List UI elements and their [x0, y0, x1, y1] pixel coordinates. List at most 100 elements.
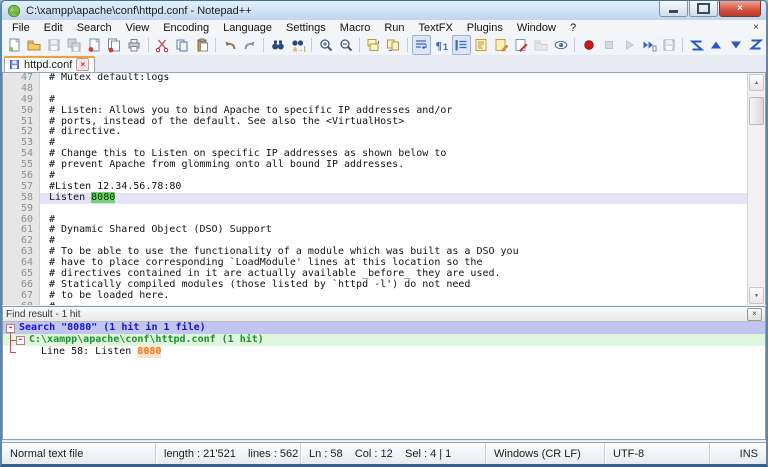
- word-wrap-icon[interactable]: [412, 35, 431, 55]
- editor-line[interactable]: 47# Mutex default:logs: [3, 73, 747, 84]
- menu-settings[interactable]: Settings: [279, 21, 333, 35]
- close-file-icon[interactable]: [85, 35, 104, 55]
- document-map-icon[interactable]: [472, 35, 491, 55]
- menu-run[interactable]: Run: [377, 21, 411, 35]
- editor-line[interactable]: 52# directive.: [3, 127, 747, 138]
- menu-macro[interactable]: Macro: [333, 21, 378, 35]
- window-title: C:\xampp\apache\conf\httpd.conf - Notepa…: [26, 5, 252, 17]
- menu-search[interactable]: Search: [70, 21, 119, 35]
- find-panel-close-icon[interactable]: ×: [747, 308, 762, 321]
- menu-encoding[interactable]: Encoding: [156, 21, 216, 35]
- toolbar-separator: [148, 38, 149, 52]
- tree-connector: [10, 352, 16, 353]
- notepadpp-window: C:\xampp\apache\conf\httpd.conf - Notepa…: [0, 0, 768, 467]
- editor-area: 47# Mutex default:logs4849#50# Listen: A…: [2, 73, 766, 305]
- find-result-body: -Search "8080" (1 hit in 1 file)-C:\xamp…: [3, 322, 765, 439]
- next-result-icon[interactable]: [727, 35, 746, 55]
- run-macro-multiple-icon[interactable]: [639, 35, 658, 55]
- view-in-browser-icon[interactable]: [551, 35, 570, 55]
- saved-file-icon: [9, 59, 20, 70]
- menu-window[interactable]: Window: [510, 21, 563, 35]
- zoom-out-icon[interactable]: [336, 35, 355, 55]
- line-text: # prevent Apache from glomming onto all …: [40, 160, 747, 171]
- previous-result-icon[interactable]: [707, 35, 726, 55]
- menu-file[interactable]: File: [5, 21, 37, 35]
- sync-horizontal-icon[interactable]: [384, 35, 403, 55]
- editor-line[interactable]: 55# prevent Apache from glomming onto al…: [3, 160, 747, 171]
- editor-line[interactable]: 50# Listen: Allows you to bind Apache to…: [3, 106, 747, 117]
- close-button[interactable]: ×: [719, 1, 761, 17]
- undo-icon[interactable]: [220, 35, 239, 55]
- scroll-up-icon[interactable]: ▲: [749, 74, 764, 91]
- menu-edit[interactable]: Edit: [37, 21, 70, 35]
- editor-line[interactable]: 58Listen 8080: [3, 193, 747, 204]
- scroll-down-icon[interactable]: ▼: [749, 287, 764, 304]
- redo-icon[interactable]: [240, 35, 259, 55]
- toolbar-separator: [359, 38, 360, 52]
- new-file-icon[interactable]: [5, 35, 24, 55]
- paste-icon[interactable]: [192, 35, 211, 55]
- find-result-header[interactable]: Find result - 1 hit ×: [3, 307, 765, 322]
- editor-line[interactable]: 68#: [3, 302, 747, 305]
- document-close-icon[interactable]: ×: [753, 22, 759, 33]
- status-doc-type: Normal text file: [2, 443, 156, 464]
- line-text: # to be loaded here.: [40, 291, 747, 302]
- tree-connector: [10, 332, 11, 352]
- editor-line[interactable]: 61# Dynamic Shared Object (DSO) Support: [3, 225, 747, 236]
- last-result-icon[interactable]: [747, 35, 766, 55]
- line-text: #Listen 12.34.56.78:80: [40, 182, 747, 193]
- app-icon: [7, 4, 21, 18]
- tab-httpd-conf[interactable]: httpd.conf ×: [4, 56, 95, 72]
- zoom-in-icon[interactable]: [316, 35, 335, 55]
- toolbar-separator: [263, 38, 264, 52]
- print-icon[interactable]: [125, 35, 144, 55]
- find-result-title: Find result - 1 hit: [6, 309, 80, 320]
- line-text: # Dynamic Shared Object (DSO) Support: [40, 225, 747, 236]
- toolbar-separator: [407, 38, 408, 52]
- find-result-panel: Find result - 1 hit × -Search "8080" (1 …: [2, 306, 766, 440]
- menu-textfx[interactable]: TextFX: [412, 21, 460, 35]
- function-list-icon[interactable]: [452, 35, 471, 55]
- document-switcher-icon[interactable]: [492, 35, 511, 55]
- text-editor[interactable]: 47# Mutex default:logs4849#50# Listen: A…: [3, 73, 747, 305]
- menu-plugins[interactable]: Plugins: [460, 21, 510, 35]
- replace-icon[interactable]: a→b: [288, 35, 307, 55]
- toolbar: a→b ¶1: [2, 35, 766, 55]
- statusbar: Normal text file length : 21'521 lines :…: [2, 442, 766, 464]
- menu-view[interactable]: View: [119, 21, 157, 35]
- open-file-icon[interactable]: [25, 35, 44, 55]
- save-macro-icon: [659, 35, 678, 55]
- titlebar[interactable]: C:\xampp\apache\conf\httpd.conf - Notepa…: [2, 1, 766, 20]
- menubar: FileEditSearchViewEncodingLanguageSettin…: [2, 20, 766, 35]
- edit-marker-icon[interactable]: [512, 35, 531, 55]
- tree-connector: [10, 340, 16, 341]
- search-highlight: 8080: [91, 192, 115, 203]
- find-result-row-file[interactable]: -C:\xampp\apache\conf\httpd.conf (1 hit): [3, 334, 765, 346]
- find-result-row-line[interactable]: Line 58: Listen 8080: [3, 346, 765, 358]
- menu-language[interactable]: Language: [216, 21, 279, 35]
- status-encoding: UTF-8: [605, 443, 710, 464]
- find-result-row-search[interactable]: -Search "8080" (1 hit in 1 file): [3, 322, 765, 334]
- folder-as-workspace-icon: [532, 35, 551, 55]
- cut-icon[interactable]: [153, 35, 172, 55]
- editor-line[interactable]: 48: [3, 84, 747, 95]
- vertical-scrollbar[interactable]: ▲ ▼: [747, 73, 765, 305]
- sync-vertical-icon[interactable]: [364, 35, 383, 55]
- tab-close-icon[interactable]: ×: [76, 58, 89, 71]
- first-result-icon[interactable]: [687, 35, 706, 55]
- record-macro-icon[interactable]: [579, 35, 598, 55]
- maximize-button[interactable]: [689, 1, 718, 17]
- minimize-button[interactable]: [659, 1, 688, 17]
- line-text: # ports, instead of the default. See als…: [40, 117, 747, 128]
- show-all-characters-icon[interactable]: ¶1: [432, 35, 451, 55]
- stop-macro-icon: [599, 35, 618, 55]
- copy-icon[interactable]: [173, 35, 192, 55]
- scrollbar-thumb[interactable]: [749, 97, 764, 125]
- find-icon[interactable]: [268, 35, 287, 55]
- editor-line[interactable]: 67# to be loaded here.: [3, 291, 747, 302]
- close-all-icon[interactable]: [105, 35, 124, 55]
- toolbar-separator: [682, 38, 683, 52]
- menu-?[interactable]: ?: [563, 21, 583, 35]
- collapse-icon[interactable]: -: [16, 336, 25, 345]
- editor-line[interactable]: 59: [3, 204, 747, 215]
